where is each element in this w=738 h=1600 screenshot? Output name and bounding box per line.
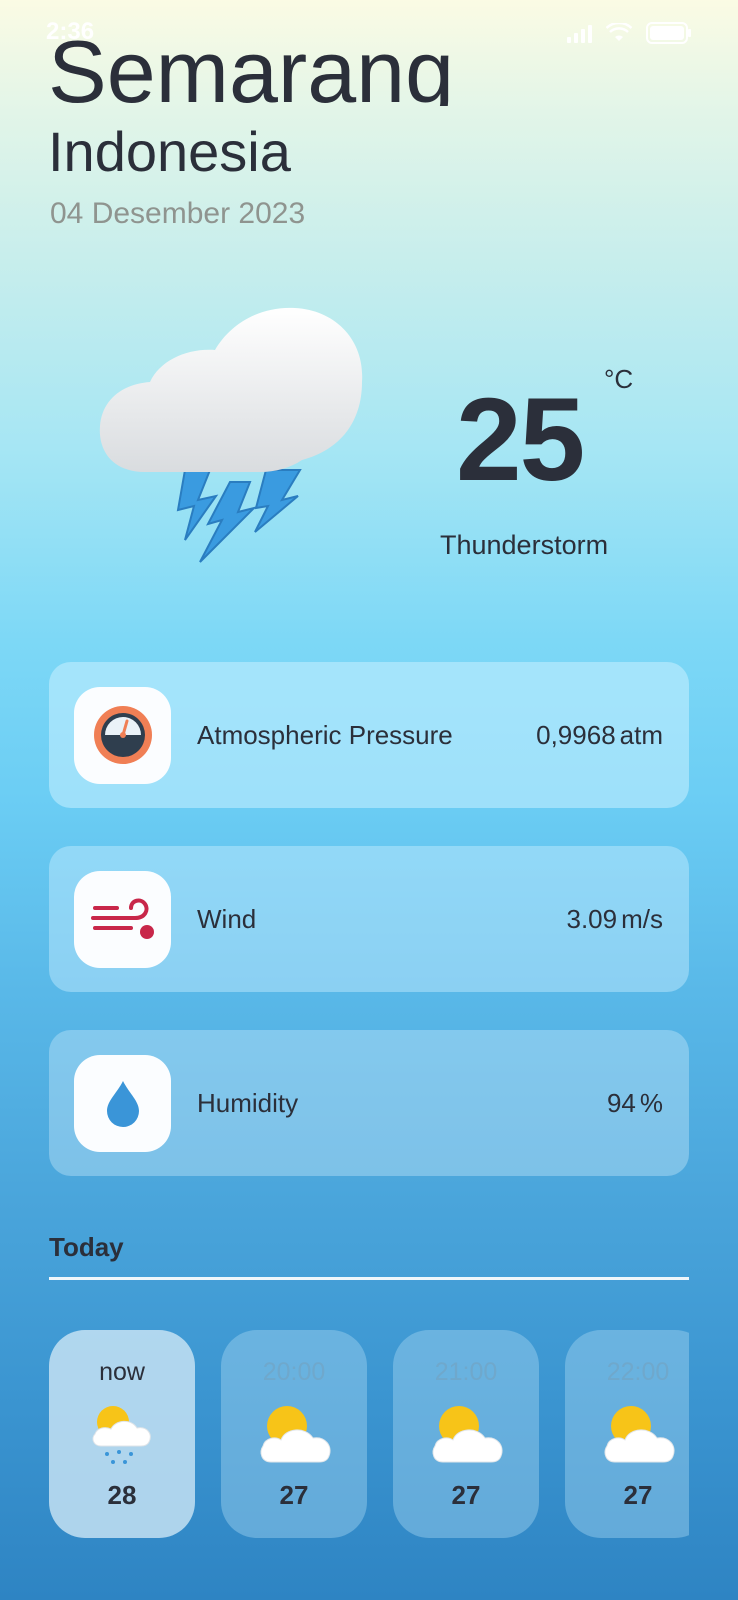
pressure-label: Atmospheric Pressure bbox=[197, 719, 453, 750]
hour-temp: 27 bbox=[451, 1480, 481, 1510]
partly-cloudy-icon bbox=[432, 1406, 503, 1463]
hourly-forecast-list[interactable]: now 28 20:00 27 21:00 27 22:00 27 bbox=[49, 1330, 689, 1540]
weather-condition: Thunderstorm bbox=[440, 530, 609, 560]
partly-cloudy-rain-icon bbox=[92, 1406, 151, 1464]
pressure-gauge-icon bbox=[93, 706, 152, 764]
hour-card-2200[interactable]: 22:00 27 bbox=[565, 1330, 689, 1538]
wind-card: Wind 3.09 m/s bbox=[49, 846, 689, 992]
humidity-card: Humidity 94% bbox=[49, 1030, 689, 1176]
city-name: Semarang bbox=[48, 22, 455, 107]
pressure-icon-box bbox=[74, 686, 171, 784]
humidity-icon-box bbox=[74, 1054, 171, 1152]
pressure-card: Atmospheric Pressure 0,9968 atm bbox=[49, 662, 689, 808]
temperature-unit: °C bbox=[604, 364, 634, 394]
hour-time: 21:00 bbox=[434, 1358, 498, 1386]
hour-temp: 27 bbox=[279, 1480, 309, 1510]
wind-value: 3.09 m/s bbox=[566, 903, 664, 934]
hour-card-2000[interactable]: 20:00 27 bbox=[221, 1330, 367, 1538]
hour-time: 20:00 bbox=[262, 1358, 326, 1386]
current-temperature: 25 bbox=[456, 374, 585, 506]
today-divider bbox=[49, 1277, 689, 1280]
country-name: Indonesia bbox=[48, 120, 291, 183]
hour-temp: 27 bbox=[623, 1480, 653, 1510]
partly-cloudy-icon bbox=[604, 1406, 675, 1463]
humidity-value: 94% bbox=[606, 1087, 663, 1118]
pressure-value: 0,9968 atm bbox=[536, 719, 663, 750]
wind-icon bbox=[90, 898, 154, 939]
hour-card-now[interactable]: now 28 bbox=[49, 1330, 195, 1538]
humidity-label: Humidity bbox=[197, 1087, 299, 1118]
date-label: 04 Desember 2023 bbox=[50, 197, 306, 230]
hour-card-2100[interactable]: 21:00 27 bbox=[393, 1330, 539, 1538]
thunderstorm-cloud-icon bbox=[90, 300, 380, 570]
water-drop-icon bbox=[106, 1081, 139, 1127]
wind-label: Wind bbox=[197, 903, 257, 934]
hour-temp: 28 bbox=[107, 1480, 137, 1510]
partly-cloudy-icon bbox=[260, 1406, 331, 1463]
wind-icon-box bbox=[74, 870, 171, 968]
hour-time: now bbox=[99, 1358, 145, 1386]
hour-time: 22:00 bbox=[606, 1358, 670, 1386]
today-heading: Today bbox=[49, 1232, 124, 1262]
